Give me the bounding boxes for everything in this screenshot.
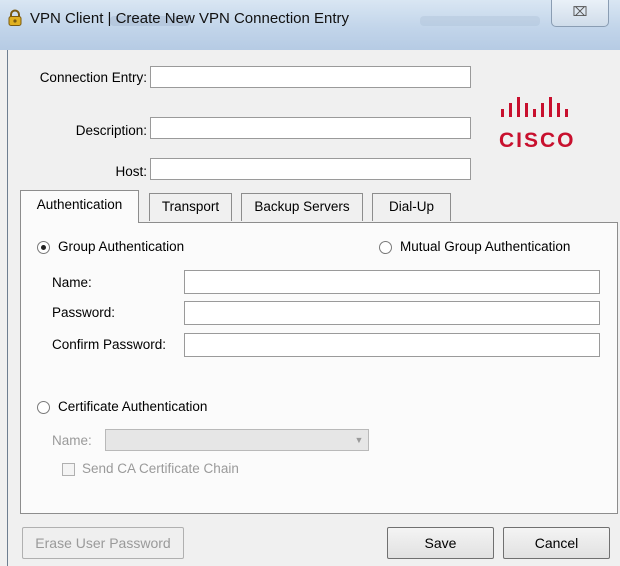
cancel-button-label: Cancel (534, 535, 579, 551)
group-password-label: Password: (52, 305, 116, 320)
tab-dial-up-label: Dial-Up (388, 199, 434, 214)
tab-backup-servers[interactable]: Backup Servers (241, 193, 363, 221)
tab-authentication[interactable]: Authentication (20, 190, 139, 223)
send-ca-chain-label: Send CA Certificate Chain (82, 461, 239, 476)
cisco-logo-text: CISCO (499, 129, 576, 152)
group-auth-radio[interactable] (37, 241, 50, 254)
dialog-body: Connection Entry: Description: Host: CIS… (7, 50, 618, 566)
connection-entry-label: Connection Entry: (39, 70, 147, 85)
confirm-password-label: Confirm Password: (52, 337, 167, 352)
erase-user-password-button[interactable]: Erase User Password (22, 527, 184, 559)
cert-auth-radio[interactable] (37, 401, 50, 414)
mutual-auth-label: Mutual Group Authentication (400, 239, 571, 254)
title-bar[interactable]: VPN Client | Create New VPN Connection E… (0, 0, 620, 50)
erase-user-password-label: Erase User Password (35, 535, 171, 551)
confirm-password-input[interactable] (184, 333, 600, 357)
vpn-lock-icon (8, 9, 22, 26)
save-button-label: Save (424, 535, 457, 551)
cert-auth-label: Certificate Authentication (58, 399, 208, 414)
group-name-input[interactable] (184, 270, 600, 294)
tab-backup-servers-label: Backup Servers (254, 199, 350, 214)
tab-dial-up[interactable]: Dial-Up (372, 193, 451, 221)
title-bar-glass (420, 16, 540, 26)
group-password-input[interactable] (184, 301, 600, 325)
tab-transport-label: Transport (161, 199, 220, 214)
group-name-label: Name: (52, 275, 92, 290)
window-title: VPN Client | Create New VPN Connection E… (30, 10, 350, 27)
close-button[interactable]: ⌧ (551, 0, 609, 27)
tab-transport[interactable]: Transport (149, 193, 232, 221)
connection-entry-input[interactable] (150, 66, 471, 88)
save-button[interactable]: Save (387, 527, 494, 559)
mutual-auth-radio[interactable] (379, 241, 392, 254)
cancel-button[interactable]: Cancel (503, 527, 610, 559)
host-label: Host: (115, 164, 147, 179)
description-label: Description: (75, 123, 147, 138)
group-auth-label: Group Authentication (58, 239, 185, 254)
cisco-logo: CISCO (499, 97, 576, 152)
cert-name-label: Name: (52, 433, 92, 448)
send-ca-chain-checkbox[interactable] (62, 463, 75, 476)
close-icon: ⌧ (572, 4, 588, 19)
host-input[interactable] (150, 158, 471, 180)
cert-name-dropdown[interactable]: ▼ (105, 429, 369, 451)
tab-authentication-label: Authentication (36, 197, 123, 212)
chevron-down-icon: ▼ (354, 435, 364, 445)
radio-selected-dot (41, 245, 46, 250)
vpn-dialog-window: VPN Client | Create New VPN Connection E… (0, 0, 620, 566)
description-input[interactable] (150, 117, 471, 139)
authentication-panel: Group Authentication Mutual Group Authen… (20, 222, 618, 514)
